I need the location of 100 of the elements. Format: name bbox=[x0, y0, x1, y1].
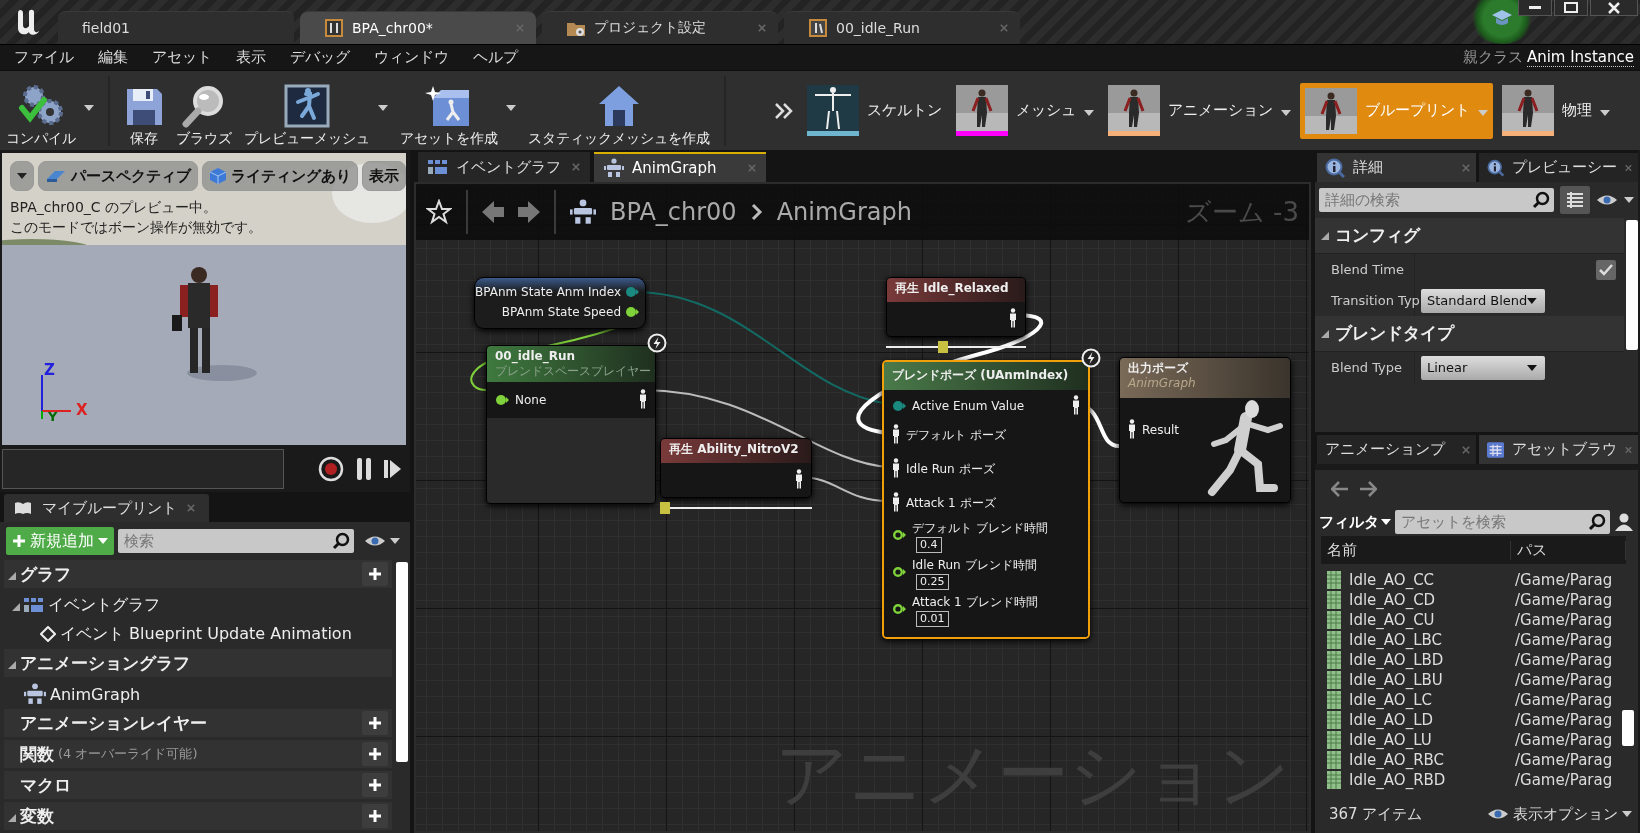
menu-item[interactable]: ウィンドウ bbox=[362, 48, 461, 67]
slider-thumb[interactable] bbox=[938, 341, 948, 353]
column-header[interactable]: パス bbox=[1511, 540, 1626, 560]
graph-tab[interactable]: イベントグラフ bbox=[418, 152, 590, 182]
expanded-triangle-icon[interactable] bbox=[8, 661, 16, 669]
back-arrow-icon[interactable] bbox=[1331, 481, 1349, 497]
panel-tab[interactable]: アセットブラウ bbox=[1479, 435, 1638, 464]
add-button[interactable] bbox=[362, 562, 388, 586]
value-field[interactable]: 0.4 bbox=[916, 537, 942, 553]
toolbar-button[interactable]: コンパイル bbox=[0, 73, 82, 148]
asset-name[interactable]: Idle_AO_LC bbox=[1349, 691, 1515, 709]
document-tab[interactable]: プロジェクト設定 bbox=[542, 11, 778, 44]
breadcrumb-item[interactable]: AnimGraph bbox=[776, 198, 912, 226]
search-field[interactable]: アセットを検索 bbox=[1395, 510, 1610, 534]
graph-node[interactable]: ブレンドポーズ (UAnmIndex) Active Enum Value デフォルト ポーズ Idle Run ポーズ Attack 1 ポーズ デフォルト ブレンド時間 0.4 Idle Run ブレンド時間 0.25 Attack 1 ブレンド時間 0.01 bbox=[882, 360, 1090, 639]
caret-icon[interactable] bbox=[1084, 109, 1094, 116]
viewport-button[interactable]: ライティングあり bbox=[202, 161, 358, 191]
value-field[interactable]: 0.01 bbox=[916, 611, 949, 627]
filter-button[interactable]: フィルタ bbox=[1319, 512, 1391, 532]
checkbox[interactable] bbox=[1596, 259, 1616, 280]
pin-icon[interactable] bbox=[892, 603, 906, 615]
category-header[interactable]: 変数 bbox=[4, 802, 392, 830]
minimize-icon[interactable] bbox=[1529, 5, 1541, 10]
search-field[interactable]: 詳細の検索 bbox=[1319, 188, 1554, 212]
toolbar-button[interactable]: スタティックメッシュを作成 bbox=[522, 73, 716, 148]
caret-icon[interactable] bbox=[390, 538, 400, 544]
grid-icon[interactable] bbox=[1567, 192, 1583, 208]
pin-icon[interactable] bbox=[892, 400, 906, 412]
expanded-triangle-icon[interactable] bbox=[1321, 231, 1329, 240]
column-header[interactable]: 名前 bbox=[1321, 540, 1511, 560]
house-icon[interactable] bbox=[597, 83, 641, 128]
asset-name[interactable]: Idle_AO_LBD bbox=[1349, 651, 1515, 669]
tree-item[interactable]: イベント Blueprint Update Animation bbox=[24, 620, 392, 648]
dropdown[interactable]: Standard Blend bbox=[1421, 288, 1545, 313]
document-tab[interactable]: field01 bbox=[58, 11, 294, 44]
caret-icon[interactable] bbox=[378, 105, 388, 111]
view-options-button[interactable]: 表示オプション bbox=[1487, 804, 1632, 824]
eye-icon[interactable] bbox=[1596, 194, 1618, 206]
pause-icon[interactable] bbox=[356, 456, 372, 481]
panel-tab[interactable]: アニメーションプ bbox=[1317, 435, 1476, 464]
caret-icon[interactable] bbox=[1527, 297, 1537, 304]
pin-icon[interactable] bbox=[625, 306, 639, 318]
asset-name[interactable]: Idle_AO_CC bbox=[1349, 571, 1515, 589]
tree-item[interactable]: イベントグラフ bbox=[8, 591, 392, 619]
asset-name[interactable]: Idle_AO_RBD bbox=[1349, 771, 1515, 789]
asset-name[interactable]: Idle_AO_LBU bbox=[1349, 671, 1515, 689]
pin-icon[interactable] bbox=[892, 529, 906, 541]
expanded-triangle-icon[interactable] bbox=[8, 572, 16, 580]
caret-icon[interactable] bbox=[506, 105, 516, 111]
category-header[interactable]: アニメーショングラフ bbox=[4, 649, 392, 677]
forward-arrow-icon[interactable] bbox=[518, 200, 540, 224]
caret-icon[interactable] bbox=[1381, 519, 1391, 525]
menu-item[interactable]: アセット bbox=[140, 48, 224, 67]
asset-name[interactable]: Idle_AO_CD bbox=[1349, 591, 1515, 609]
toolbar-button[interactable]: 保存 bbox=[118, 73, 170, 148]
category-header[interactable]: マクロ bbox=[4, 771, 392, 799]
chevron-double-icon[interactable] bbox=[774, 101, 794, 120]
forward-arrow-icon[interactable] bbox=[1359, 481, 1377, 497]
graduation-cap-icon[interactable] bbox=[1491, 9, 1513, 27]
user-icon[interactable] bbox=[1614, 512, 1634, 532]
pin-icon[interactable] bbox=[495, 394, 509, 406]
asset-name[interactable]: Idle_AO_LBC bbox=[1349, 631, 1515, 649]
scrollbar-thumb[interactable] bbox=[396, 562, 408, 762]
tree-item[interactable]: AnimGraph bbox=[8, 680, 392, 708]
caret-icon[interactable] bbox=[84, 105, 94, 111]
eye-icon[interactable] bbox=[1487, 808, 1509, 820]
category-header[interactable]: グラフ bbox=[4, 560, 392, 588]
search-field[interactable]: 検索 bbox=[118, 529, 354, 553]
record-icon[interactable] bbox=[318, 455, 344, 482]
search-icon[interactable] bbox=[1588, 513, 1606, 531]
add-button[interactable] bbox=[362, 742, 388, 766]
gears-check-icon[interactable] bbox=[18, 83, 64, 128]
asset-name[interactable]: Idle_AO_CU bbox=[1349, 611, 1515, 629]
expanded-triangle-icon[interactable] bbox=[12, 602, 20, 611]
expanded-triangle-icon[interactable] bbox=[8, 814, 16, 822]
menu-item[interactable]: デバッグ bbox=[278, 48, 362, 67]
asset-name[interactable]: Idle_AO_RBC bbox=[1349, 751, 1515, 769]
panel-tab[interactable]: マイブループリント bbox=[4, 494, 209, 522]
mode-button[interactable]: アニメーション bbox=[1103, 82, 1296, 139]
pin-icon[interactable] bbox=[892, 566, 906, 578]
toolbar-button[interactable]: アセットを作成 bbox=[394, 73, 504, 148]
mode-button[interactable]: メッシュ bbox=[951, 82, 1099, 139]
document-tab[interactable]: BPA_chr00* bbox=[300, 11, 536, 44]
asset-name[interactable]: Idle_AO_LD bbox=[1349, 711, 1515, 729]
add-button[interactable] bbox=[362, 711, 388, 735]
caret-icon[interactable] bbox=[1624, 197, 1634, 203]
maximize-icon[interactable] bbox=[1564, 2, 1578, 13]
view-options-button[interactable] bbox=[10, 161, 34, 191]
menu-item[interactable]: ヘルプ bbox=[461, 48, 530, 67]
viewport-button[interactable]: パースペクティブ bbox=[38, 161, 198, 191]
caret-icon[interactable] bbox=[1622, 811, 1632, 817]
section-header[interactable]: コンフィグ bbox=[1315, 218, 1624, 254]
caret-icon[interactable] bbox=[17, 173, 27, 179]
time-slider[interactable] bbox=[660, 502, 812, 514]
eye-icon[interactable] bbox=[364, 535, 386, 547]
document-tab[interactable]: 00_idle_Run bbox=[784, 11, 1020, 44]
caret-icon[interactable] bbox=[1281, 109, 1291, 116]
graph-tab[interactable]: AnimGraph bbox=[594, 152, 766, 182]
back-arrow-icon[interactable] bbox=[482, 200, 504, 224]
toolbar-button[interactable]: プレビューメッシュ bbox=[238, 73, 376, 148]
